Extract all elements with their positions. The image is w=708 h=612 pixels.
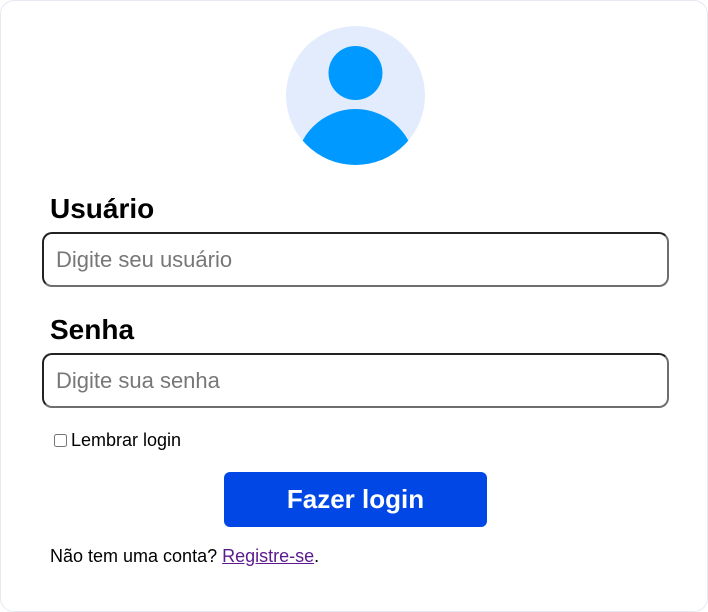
- username-label: Usuário: [50, 193, 155, 224]
- register-link[interactable]: Registre-se: [222, 546, 314, 566]
- remember-login-label[interactable]: Lembrar login: [71, 430, 181, 451]
- username-input[interactable]: [42, 232, 669, 287]
- password-label: Senha: [50, 314, 135, 345]
- user-avatar-icon: [286, 26, 425, 165]
- remember-login-row: Lembrar login: [54, 430, 181, 451]
- login-card: Usuário Senha Lembrar login Fazer login …: [0, 0, 708, 612]
- login-button[interactable]: Fazer login: [224, 472, 487, 527]
- register-prompt: Não tem uma conta? Registre-se.: [50, 546, 319, 567]
- password-input[interactable]: [42, 353, 669, 408]
- register-prompt-suffix: .: [314, 546, 320, 566]
- remember-login-checkbox[interactable]: [54, 434, 67, 447]
- register-prompt-text: Não tem uma conta?: [50, 546, 223, 566]
